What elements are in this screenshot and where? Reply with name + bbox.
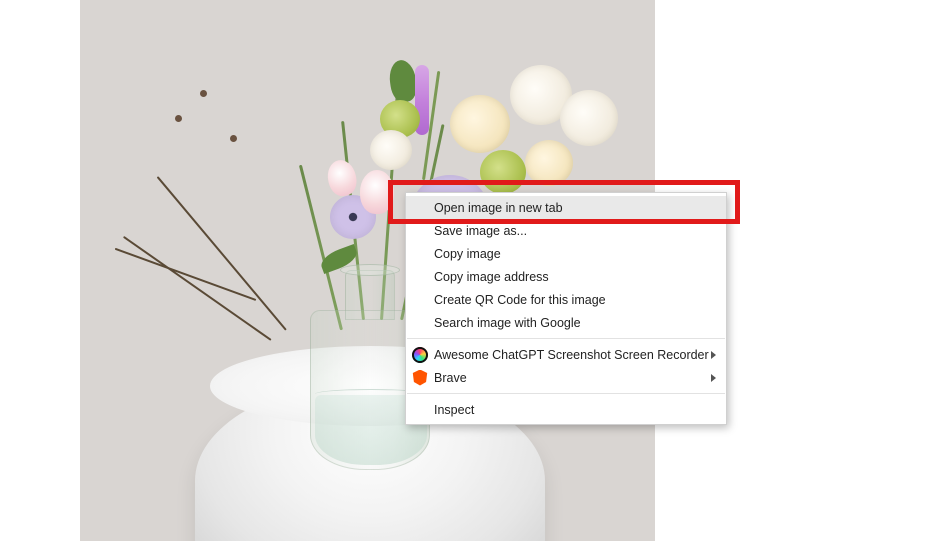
image-context-menu: Open image in new tab Save image as... C… [405, 192, 727, 425]
twig [115, 248, 257, 301]
menu-item-label: Copy image [434, 247, 698, 261]
flower-tulip [360, 170, 394, 214]
awesome-screenshot-icon [412, 347, 428, 363]
menu-separator [407, 338, 725, 339]
flower-rose [450, 95, 510, 153]
twig-bud [200, 90, 207, 97]
menu-item-label: Inspect [434, 403, 698, 417]
menu-ext-brave[interactable]: Brave [406, 366, 726, 389]
flower-rose [560, 90, 618, 146]
chevron-right-icon [711, 374, 716, 382]
menu-item-label: Search image with Google [434, 316, 698, 330]
twig-bud [230, 135, 237, 142]
flower-rose [370, 130, 412, 170]
menu-create-qr-code[interactable]: Create QR Code for this image [406, 288, 726, 311]
twig [157, 176, 287, 330]
menu-open-image-new-tab[interactable]: Open image in new tab [406, 196, 726, 219]
menu-separator [407, 393, 725, 394]
menu-item-label: Copy image address [434, 270, 698, 284]
menu-item-label: Create QR Code for this image [434, 293, 698, 307]
menu-search-image-google[interactable]: Search image with Google [406, 311, 726, 334]
twig-bud [175, 115, 182, 122]
menu-inspect[interactable]: Inspect [406, 398, 726, 421]
menu-item-label: Open image in new tab [434, 201, 698, 215]
flower-rose [525, 140, 573, 186]
menu-copy-image-address[interactable]: Copy image address [406, 265, 726, 288]
menu-save-image-as[interactable]: Save image as... [406, 219, 726, 242]
brave-icon [412, 370, 428, 386]
menu-item-label: Brave [434, 371, 698, 385]
chevron-right-icon [711, 351, 716, 359]
menu-ext-awesome-screenshot[interactable]: Awesome ChatGPT Screenshot Screen Record… [406, 343, 726, 366]
flower-tulip [325, 157, 360, 198]
menu-item-label: Save image as... [434, 224, 698, 238]
menu-item-label: Awesome ChatGPT Screenshot Screen Record… [434, 348, 709, 362]
flower-green [480, 150, 526, 194]
menu-copy-image[interactable]: Copy image [406, 242, 726, 265]
